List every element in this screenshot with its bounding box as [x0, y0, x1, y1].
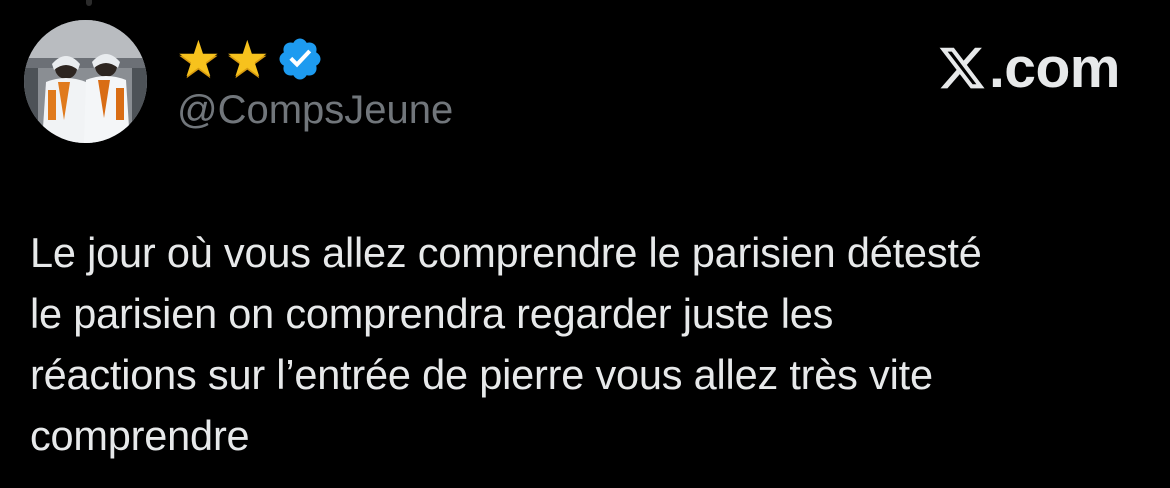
tweet-text: Le jour où vous allez comprendre le pari…	[30, 229, 982, 459]
star-emoji-icon: ★	[176, 30, 221, 88]
x-com-brand[interactable]: .com	[936, 36, 1121, 100]
avatar-photo	[24, 20, 147, 143]
display-name[interactable]: ★ ★	[176, 30, 324, 88]
brand-domain-text: .com	[988, 36, 1121, 100]
avatar[interactable]	[24, 20, 147, 143]
top-edge-mark	[86, 0, 92, 6]
star-emoji-icon: ★	[224, 30, 270, 88]
user-handle[interactable]: @CompsJeune	[177, 86, 453, 134]
verified-badge-icon	[279, 38, 321, 80]
x-logo-icon	[939, 47, 985, 89]
